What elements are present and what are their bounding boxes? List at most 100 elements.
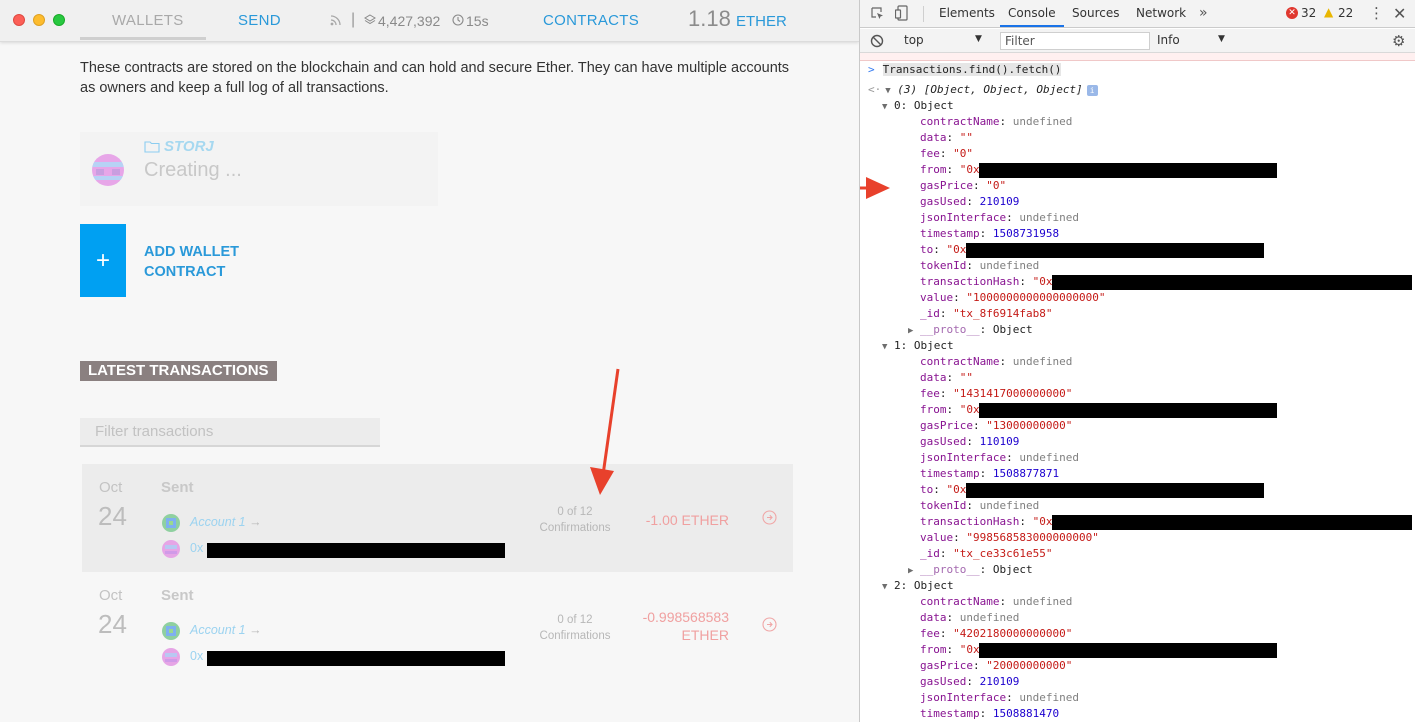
- property-key: timestamp: [920, 227, 980, 240]
- property-row: jsonInterface: undefined: [920, 690, 1079, 706]
- expand-triangle-icon[interactable]: ▼: [882, 99, 894, 115]
- property-value: undefined: [979, 499, 1040, 512]
- object-header[interactable]: ▼ 1: Object: [882, 338, 954, 354]
- confirmations-label: Confirmations: [539, 522, 611, 534]
- property-row: to: "0x: [920, 482, 966, 498]
- total-balance: 1.18: [688, 6, 731, 31]
- open-transaction-icon[interactable]: [762, 510, 777, 525]
- from-identicon: [162, 514, 180, 532]
- property-key: tokenId: [920, 259, 967, 272]
- execution-context-select[interactable]: top: [904, 33, 924, 47]
- tx-confirmations: 0 of 12 Confirmations: [522, 504, 628, 536]
- colon: :: [972, 419, 987, 432]
- property-key: to: [920, 483, 934, 496]
- warning-count[interactable]: 22: [1338, 6, 1353, 20]
- property-row: contractName: undefined: [920, 114, 1072, 130]
- property-row[interactable]: ▶ __proto__: Object: [908, 322, 1033, 338]
- console-filter-input[interactable]: [1000, 32, 1150, 50]
- zoom-window-button[interactable]: [53, 14, 65, 26]
- from-identicon: [162, 622, 180, 640]
- tab-elements[interactable]: Elements: [939, 6, 995, 20]
- tx-from-label: Account 1: [190, 623, 246, 637]
- redacted-value-bar: [966, 483, 1265, 498]
- tx-amount-line1: -0.998568583: [642, 609, 729, 625]
- property-row: gasUsed: 210109: [920, 674, 1019, 690]
- colon: :: [953, 531, 967, 544]
- chevron-down-icon[interactable]: ▼: [975, 34, 982, 44]
- blocks-layers-icon: [364, 14, 376, 25]
- add-wallet-contract-link[interactable]: ADD WALLET CONTRACT: [144, 242, 239, 282]
- gear-icon[interactable]: ⚙: [1392, 32, 1405, 50]
- property-row: timestamp: 1508877871: [920, 466, 1059, 482]
- property-row: transactionHash: "0x: [920, 274, 1052, 290]
- property-value: "": [959, 131, 973, 144]
- property-key: data: [920, 371, 947, 384]
- tx-confirmations: 0 of 12 Confirmations: [522, 612, 628, 644]
- property-key: jsonInterface: [920, 691, 1007, 704]
- transaction-row[interactable]: Oct 24 Sent Account 1 → 0x 0 of 12 Confi…: [82, 572, 793, 680]
- kebab-menu-icon[interactable]: ⋮: [1369, 4, 1384, 22]
- expand-triangle-icon[interactable]: ▶: [908, 323, 920, 339]
- property-row[interactable]: ▶ __proto__: Object: [908, 562, 1033, 578]
- more-tabs-icon[interactable]: »: [1199, 5, 1208, 21]
- transaction-row[interactable]: Oct 24 Sent Account 1 → 0x 0 of 12 Confi…: [82, 464, 793, 572]
- devtools-tab-bar: Elements Console Sources Network » ✕ 32 …: [860, 0, 1415, 28]
- result-summary: (3) [Object, Object, Object]: [897, 83, 1083, 96]
- tab-console[interactable]: Console: [1008, 6, 1056, 20]
- property-row: gasPrice: "13000000000": [920, 418, 1072, 434]
- property-value: "tx_ce33c61e55": [953, 547, 1053, 560]
- filter-transactions-input[interactable]: [80, 418, 380, 447]
- device-toolbar-icon[interactable]: [895, 5, 909, 21]
- minimize-window-button[interactable]: [33, 14, 45, 26]
- console-result[interactable]: <· ▼ (3) [Object, Object, Object] i: [868, 82, 1098, 98]
- chevron-down-icon[interactable]: ▼: [1218, 34, 1225, 44]
- expand-triangle-icon[interactable]: ▼: [885, 83, 897, 99]
- inspect-element-icon[interactable]: [870, 6, 885, 21]
- contract-card-storj[interactable]: STORJ Creating ...: [80, 132, 438, 206]
- colon: :: [979, 563, 993, 576]
- property-value: undefined: [1012, 355, 1073, 368]
- property-key: gasUsed: [920, 195, 967, 208]
- close-window-button[interactable]: [13, 14, 25, 26]
- colon: :: [953, 291, 967, 304]
- nav-contracts-tab[interactable]: CONTRACTS: [543, 12, 639, 29]
- close-icon[interactable]: ✕: [1393, 4, 1406, 23]
- object-header[interactable]: ▼ 2: Object: [882, 578, 954, 594]
- property-value: "": [959, 371, 973, 384]
- property-row: data: "": [920, 130, 973, 146]
- colon: :: [933, 483, 947, 496]
- arrow-right-icon: →: [249, 515, 262, 529]
- property-value: undefined: [979, 259, 1040, 272]
- redacted-value-bar: [1052, 275, 1412, 290]
- property-row: tokenId: undefined: [920, 258, 1039, 274]
- expand-triangle-icon[interactable]: ▼: [882, 579, 894, 595]
- nav-wallets-tab[interactable]: WALLETS: [112, 12, 184, 29]
- warning-icon: ▲: [1324, 5, 1334, 19]
- nav-send-tab[interactable]: SEND: [238, 12, 281, 29]
- property-row: fee: "0": [920, 146, 973, 162]
- error-count[interactable]: 32: [1301, 6, 1316, 20]
- add-wallet-contract-button[interactable]: +: [80, 224, 126, 297]
- tab-network[interactable]: Network: [1136, 6, 1186, 20]
- property-key: transactionHash: [920, 275, 1020, 288]
- tx-to-address[interactable]: 0x: [190, 541, 203, 555]
- tx-from-account[interactable]: Account 1 →: [190, 515, 262, 529]
- balance-unit[interactable]: ETHER: [736, 13, 787, 30]
- property-key: contractName: [920, 355, 1000, 368]
- open-transaction-icon[interactable]: [762, 617, 777, 632]
- colon: :: [933, 243, 947, 256]
- property-value: 1508877871: [992, 467, 1060, 480]
- property-row: data: undefined: [920, 610, 1019, 626]
- tx-to-address[interactable]: 0x: [190, 649, 203, 663]
- property-value: 1508881470: [992, 707, 1060, 720]
- property-row: fee: "4202180000000000": [920, 626, 1072, 642]
- tab-sources[interactable]: Sources: [1072, 6, 1119, 20]
- log-level-select[interactable]: Info: [1157, 33, 1180, 47]
- clear-console-icon[interactable]: [870, 34, 884, 48]
- property-key: to: [920, 243, 934, 256]
- colon: :: [946, 403, 960, 416]
- expand-triangle-icon[interactable]: ▼: [882, 339, 894, 355]
- object-header[interactable]: ▼ 0: Object: [882, 98, 954, 114]
- tx-from-account[interactable]: Account 1 →: [190, 623, 262, 637]
- expand-triangle-icon[interactable]: ▶: [908, 563, 920, 579]
